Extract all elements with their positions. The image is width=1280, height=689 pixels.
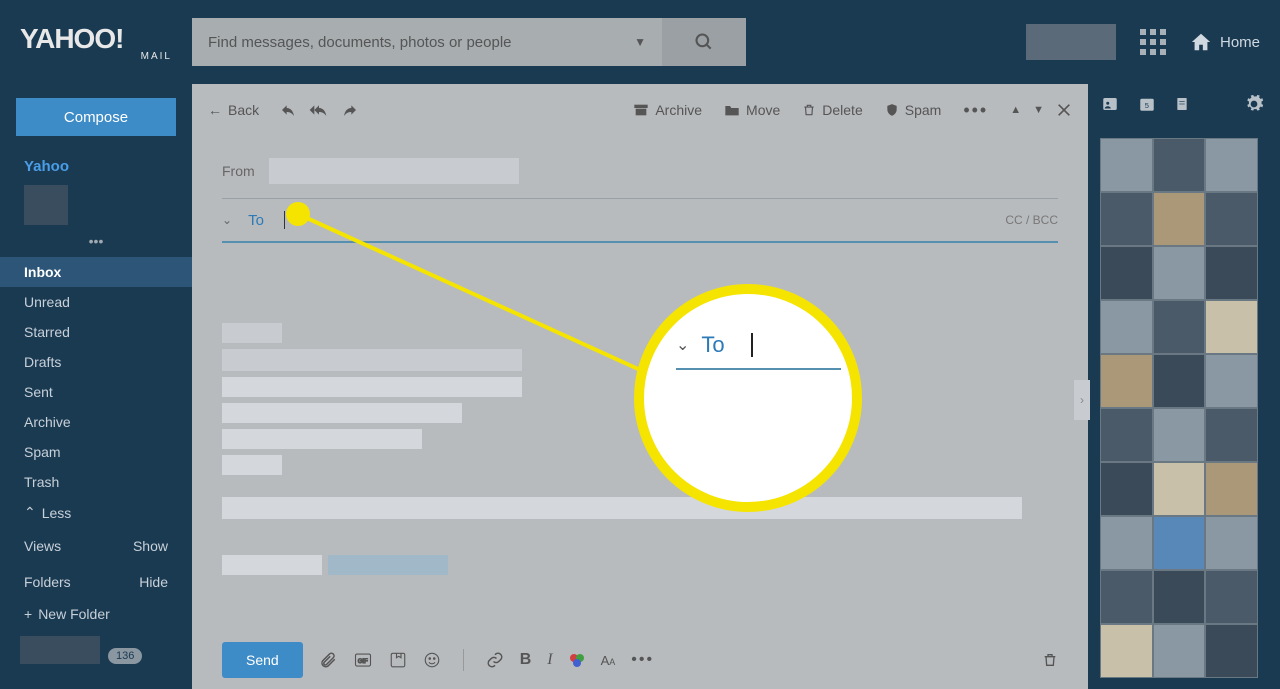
yahoo-logo[interactable]: YAHOO! MAIL <box>20 23 180 62</box>
gear-icon[interactable] <box>1244 94 1264 114</box>
home-icon <box>1190 31 1212 53</box>
trash-icon <box>802 102 816 118</box>
account-avatar[interactable] <box>1026 24 1116 60</box>
from-value[interactable] <box>269 158 519 184</box>
discard-button[interactable] <box>1042 651 1058 669</box>
sidebar-item-trash[interactable]: Trash <box>0 467 192 497</box>
font-size-icon[interactable]: AA <box>601 653 616 668</box>
attach-icon[interactable] <box>319 651 337 669</box>
apps-icon[interactable] <box>1140 29 1166 55</box>
rail-content <box>1100 138 1258 678</box>
sidebar-item-inbox[interactable]: Inbox <box>0 257 192 287</box>
header-right: Home <box>1026 24 1260 60</box>
compose-button[interactable]: Compose <box>16 98 176 136</box>
to-input[interactable] <box>285 213 1005 228</box>
more-format-icon[interactable]: ••• <box>631 651 654 669</box>
annotation-magnifier: ⌄ To <box>634 284 862 512</box>
arrow-left-icon: ← <box>208 102 222 118</box>
chevron-down-icon: ⌄ <box>676 335 689 355</box>
sidebar-item-unread[interactable]: Unread <box>0 287 192 317</box>
italic-icon[interactable]: I <box>547 651 552 669</box>
folders-label[interactable]: Folders <box>24 574 71 590</box>
sidebar-less[interactable]: ⌃ Less <box>0 497 192 528</box>
sidebar-item-spam[interactable]: Spam <box>0 437 192 467</box>
archive-icon <box>633 102 649 118</box>
sidebar-item-starred[interactable]: Starred <box>0 317 192 347</box>
emoji-icon[interactable] <box>423 651 441 669</box>
home-link[interactable]: Home <box>1190 31 1260 53</box>
calendar-icon[interactable]: 5 <box>1138 95 1156 113</box>
reply-all-icon[interactable] <box>309 102 329 118</box>
bold-icon[interactable]: B <box>520 651 532 669</box>
chevron-down-icon[interactable]: ⌄ <box>222 213 232 227</box>
from-row: From <box>222 144 1058 199</box>
search-bar: Find messages, documents, photos or peop… <box>192 18 746 66</box>
to-label: To <box>248 212 264 229</box>
account-more[interactable]: ••• <box>0 231 192 257</box>
from-label: From <box>222 163 255 179</box>
trash-icon <box>1042 651 1058 669</box>
back-button[interactable]: ← Back <box>208 102 259 118</box>
folder-list: Inbox Unread Starred Drafts Sent Archive… <box>0 257 192 528</box>
notepad-icon[interactable] <box>1174 95 1190 113</box>
message-toolbar: ← Back Archive Move Delete Spam <box>192 84 1088 136</box>
svg-text:5: 5 <box>1145 101 1149 110</box>
chevron-up-icon: ⌃ <box>24 504 36 521</box>
plus-icon: + <box>24 606 32 622</box>
collapse-up-icon[interactable]: ▲ <box>1010 104 1021 116</box>
contacts-icon[interactable] <box>1100 95 1120 113</box>
cc-bcc-toggle[interactable]: CC / BCC <box>1005 213 1058 227</box>
svg-text:GIF: GIF <box>357 659 367 665</box>
magnified-cursor <box>751 333 753 357</box>
account-name[interactable]: Yahoo <box>0 154 192 179</box>
sidebar-item-archive[interactable]: Archive <box>0 407 192 437</box>
stationery-icon[interactable] <box>389 651 407 669</box>
shield-icon <box>885 102 899 118</box>
archive-button[interactable]: Archive <box>633 102 702 118</box>
account-thumbnail <box>24 185 68 225</box>
search-placeholder: Find messages, documents, photos or peop… <box>208 34 512 51</box>
link-icon[interactable] <box>486 651 504 669</box>
folder-item[interactable]: 136 <box>0 628 192 672</box>
search-icon <box>694 32 714 52</box>
right-rail: 5 <box>1100 94 1280 678</box>
folders-row: Folders Hide <box>0 564 192 600</box>
spam-button[interactable]: Spam <box>885 102 942 118</box>
collapse-down-icon[interactable]: ▼ <box>1033 104 1044 116</box>
search-button[interactable] <box>662 18 746 66</box>
chevron-down-icon[interactable]: ▼ <box>634 35 646 49</box>
expand-right[interactable]: › <box>1074 380 1090 420</box>
sidebar: Compose Yahoo ••• Inbox Unread Starred D… <box>0 84 192 689</box>
more-icon[interactable]: ••• <box>963 100 988 121</box>
gif-icon[interactable]: GIF <box>353 651 373 669</box>
magnified-to-label: To <box>701 332 724 358</box>
header: YAHOO! MAIL Find messages, documents, ph… <box>0 0 1280 84</box>
views-show[interactable]: Show <box>133 538 168 554</box>
folder-count: 136 <box>108 648 142 664</box>
move-button[interactable]: Move <box>724 102 780 118</box>
forward-icon[interactable] <box>341 102 359 118</box>
search-input[interactable]: Find messages, documents, photos or peop… <box>192 18 662 66</box>
new-folder[interactable]: + New Folder <box>0 600 192 628</box>
close-icon[interactable] <box>1056 102 1072 118</box>
delete-button[interactable]: Delete <box>802 102 862 118</box>
sidebar-item-sent[interactable]: Sent <box>0 377 192 407</box>
reply-icon[interactable] <box>279 102 297 118</box>
sidebar-item-drafts[interactable]: Drafts <box>0 347 192 377</box>
views-label[interactable]: Views <box>24 538 61 554</box>
views-row: Views Show <box>0 528 192 564</box>
compose-footer: Send GIF B I AA ••• <box>192 631 1088 689</box>
color-icon[interactable] <box>569 652 585 668</box>
folders-hide[interactable]: Hide <box>139 574 168 590</box>
folder-icon <box>724 102 740 118</box>
annotation-dot <box>286 202 310 226</box>
send-button[interactable]: Send <box>222 642 303 678</box>
